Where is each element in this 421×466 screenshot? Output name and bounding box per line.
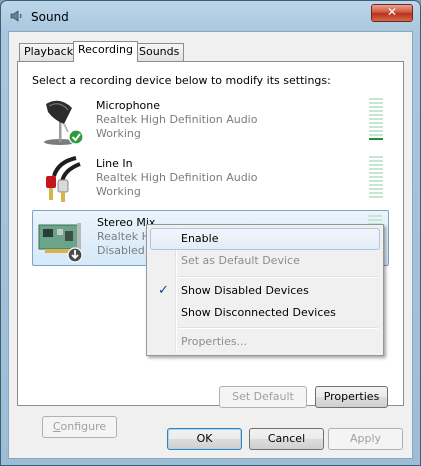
microphone-icon: [44, 100, 84, 145]
close-button[interactable]: ✕: [371, 4, 413, 22]
tab-recording-label: Recording: [78, 43, 134, 56]
set-default-button[interactable]: Set Default: [219, 386, 307, 408]
tab-playback-label: Playback: [24, 45, 74, 58]
properties-button[interactable]: Properties: [315, 386, 388, 408]
configure-button[interactable]: Configure: [42, 416, 117, 438]
close-icon: ✕: [386, 5, 398, 19]
menu-item-set-default[interactable]: Set as Default Device: [150, 250, 380, 272]
device-description: Realtek High Definition Audio: [96, 171, 258, 184]
menu-item-properties[interactable]: Properties...: [150, 331, 380, 353]
ok-button-label: OK: [196, 432, 213, 445]
window-title: Sound: [31, 10, 69, 24]
device-description: Realtek High Definition Audio: [96, 113, 258, 126]
menu-separator: [178, 276, 378, 278]
instruction-text: Select a recording device below to modif…: [32, 74, 331, 87]
device-name: Line In: [96, 157, 133, 170]
line-in-cable-icon: [46, 156, 81, 202]
tab-sounds-label: Sounds: [139, 45, 180, 58]
menu-separator: [178, 327, 378, 329]
sound-card-icon: [38, 223, 83, 263]
tab-playback[interactable]: Playback: [19, 43, 79, 61]
level-meter: [369, 98, 383, 146]
menu-item-set-default-label: Set as Default Device: [181, 254, 300, 267]
tab-sounds[interactable]: Sounds: [134, 43, 185, 61]
speaker-icon: [10, 10, 22, 22]
device-status: Working: [96, 127, 141, 140]
device-name: Microphone: [96, 99, 161, 112]
sound-dialog: Sound ✕ Playback Recording Sounds Select…: [0, 0, 421, 466]
device-line-in[interactable]: Line In Realtek High Definition Audio Wo…: [32, 152, 389, 208]
device-status: Disabled: [97, 244, 145, 257]
checkmark-icon: ✓: [158, 283, 169, 298]
properties-button-label: Properties: [323, 390, 380, 403]
tab-recording[interactable]: Recording: [73, 41, 139, 62]
menu-item-show-disabled[interactable]: ✓ Show Disabled Devices: [150, 280, 380, 302]
menu-item-show-disconnected-label: Show Disconnected Devices: [181, 306, 336, 319]
menu-item-show-disconnected[interactable]: Show Disconnected Devices: [150, 302, 380, 324]
title-bar[interactable]: Sound ✕: [1, 1, 420, 31]
menu-item-enable[interactable]: Enable: [150, 228, 380, 250]
menu-item-enable-label: Enable: [181, 232, 219, 245]
level-meter: [369, 156, 383, 204]
menu-item-show-disabled-label: Show Disabled Devices: [181, 284, 309, 297]
context-menu: Enable Set as Default Device ✓ Show Disa…: [146, 224, 384, 356]
device-status: Working: [96, 185, 141, 198]
set-default-button-label: Set Default: [232, 390, 294, 403]
ok-button[interactable]: OK: [167, 428, 242, 450]
cancel-button-label: Cancel: [267, 432, 306, 445]
device-microphone[interactable]: Microphone Realtek High Definition Audio…: [32, 94, 389, 150]
apply-button[interactable]: Apply: [328, 428, 403, 450]
cancel-button[interactable]: Cancel: [249, 428, 324, 450]
menu-item-properties-label: Properties...: [181, 335, 248, 348]
apply-button-label: Apply: [349, 432, 382, 445]
configure-button-label: onfigure: [60, 420, 107, 433]
device-description: Realtek Hi: [97, 230, 153, 243]
